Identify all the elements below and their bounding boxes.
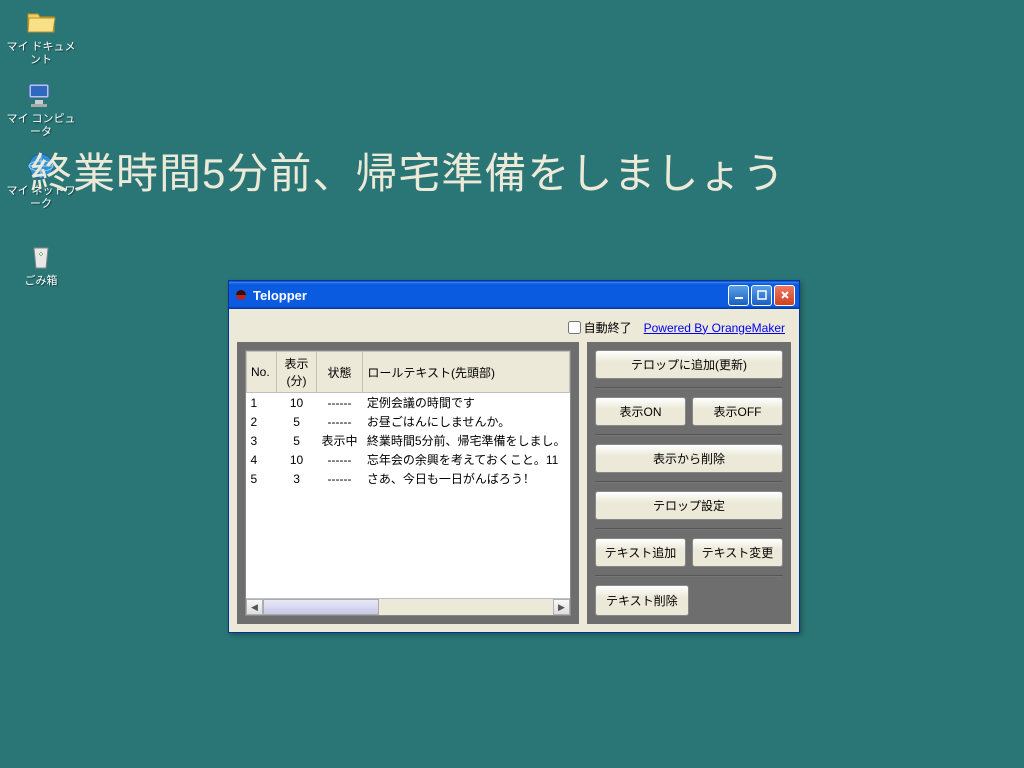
auto-end-checkbox[interactable]: 自動終了 (568, 319, 632, 336)
titlebar[interactable]: Telopper (229, 281, 799, 309)
telop-settings-button[interactable]: テロップ設定 (595, 491, 783, 520)
close-button[interactable] (774, 285, 795, 306)
table-cell-no: 5 (247, 469, 277, 488)
text-delete-button[interactable]: テキスト削除 (595, 585, 689, 616)
button-panel: テロップに追加(更新) 表示ON 表示OFF 表示から削除 テロップ設定 テキス… (587, 342, 791, 624)
table-cell-text: 定例会議の時間です (363, 393, 570, 413)
scroll-left-button[interactable]: ◀ (246, 599, 263, 615)
telop-scroll-text: 終業時間5分前、帰宅準備をしましょう (30, 140, 1024, 201)
separator (595, 528, 783, 530)
icon-label: ごみ箱 (6, 275, 76, 288)
delete-from-display-button[interactable]: 表示から削除 (595, 444, 783, 473)
table-cell-text: お昼ごはんにしませんか。 (363, 412, 570, 431)
icon-label: マイ コンピュータ (6, 113, 76, 139)
table-row[interactable]: 110------定例会議の時間です (247, 393, 570, 413)
th-status[interactable]: 状態 (316, 352, 363, 393)
display-off-button[interactable]: 表示OFF (692, 397, 783, 426)
table-cell-min: 3 (277, 469, 316, 488)
table-cell-status: 表示中 (316, 431, 363, 450)
th-display-min[interactable]: 表示(分) (277, 352, 316, 393)
horizontal-scrollbar[interactable]: ◀ ▶ (246, 598, 570, 615)
auto-end-input[interactable] (568, 321, 581, 334)
table-cell-status: ------ (316, 412, 363, 431)
trash-icon (25, 240, 57, 272)
table-cell-text: さあ、今日も一日がんばろう！ (363, 469, 570, 488)
table-cell-status: ------ (316, 393, 363, 413)
telop-table[interactable]: No. 表示(分) 状態 ロールテキスト(先頭部) 110------定例会議の… (246, 351, 570, 488)
app-icon (233, 287, 249, 303)
table-cell-min: 5 (277, 431, 316, 450)
telopper-window: Telopper 自動終了 Powered By OrangeMaker (228, 280, 800, 633)
desktop-icon-recycle-bin[interactable]: ごみ箱 (6, 240, 76, 288)
table-cell-min: 5 (277, 412, 316, 431)
table-cell-status: ------ (316, 450, 363, 469)
table-row[interactable]: 25------お昼ごはんにしませんか。 (247, 412, 570, 431)
table-cell-status: ------ (316, 469, 363, 488)
minimize-button[interactable] (728, 285, 749, 306)
scroll-right-button[interactable]: ▶ (553, 599, 570, 615)
th-roll-text[interactable]: ロールテキスト(先頭部) (363, 352, 570, 393)
text-add-button[interactable]: テキスト追加 (595, 538, 686, 567)
table-cell-text: 終業時間5分前、帰宅準備をしまし。 (363, 431, 570, 450)
table-row[interactable]: 410------忘年会の余興を考えておくこと。11 (247, 450, 570, 469)
desktop-icon-my-computer[interactable]: マイ コンピュータ (6, 78, 76, 139)
icon-label: マイ ドキュメント (6, 41, 76, 67)
powered-by-link[interactable]: Powered By OrangeMaker (644, 321, 785, 335)
separator (595, 387, 783, 389)
desktop-icon-my-documents[interactable]: マイ ドキュメント (6, 6, 76, 67)
table-cell-min: 10 (277, 450, 316, 469)
table-cell-no: 2 (247, 412, 277, 431)
table-row[interactable]: 53------さあ、今日も一日がんばろう！ (247, 469, 570, 488)
auto-end-label: 自動終了 (584, 319, 632, 336)
table-row[interactable]: 35表示中終業時間5分前、帰宅準備をしまし。 (247, 431, 570, 450)
computer-icon (25, 78, 57, 110)
table-cell-no: 3 (247, 431, 277, 450)
folder-icon (25, 6, 57, 38)
separator (595, 434, 783, 436)
table-empty-area (246, 488, 570, 598)
table-cell-text: 忘年会の余興を考えておくこと。11 (363, 450, 570, 469)
table-panel: No. 表示(分) 状態 ロールテキスト(先頭部) 110------定例会議の… (237, 342, 579, 624)
table-cell-min: 10 (277, 393, 316, 413)
table-cell-no: 1 (247, 393, 277, 413)
scroll-thumb[interactable] (263, 599, 379, 615)
maximize-button[interactable] (751, 285, 772, 306)
window-title: Telopper (253, 288, 728, 303)
text-change-button[interactable]: テキスト変更 (692, 538, 783, 567)
th-no[interactable]: No. (247, 352, 277, 393)
separator (595, 575, 783, 577)
display-on-button[interactable]: 表示ON (595, 397, 686, 426)
add-update-button[interactable]: テロップに追加(更新) (595, 350, 783, 379)
separator (595, 481, 783, 483)
table-cell-no: 4 (247, 450, 277, 469)
scroll-track[interactable] (263, 599, 553, 615)
